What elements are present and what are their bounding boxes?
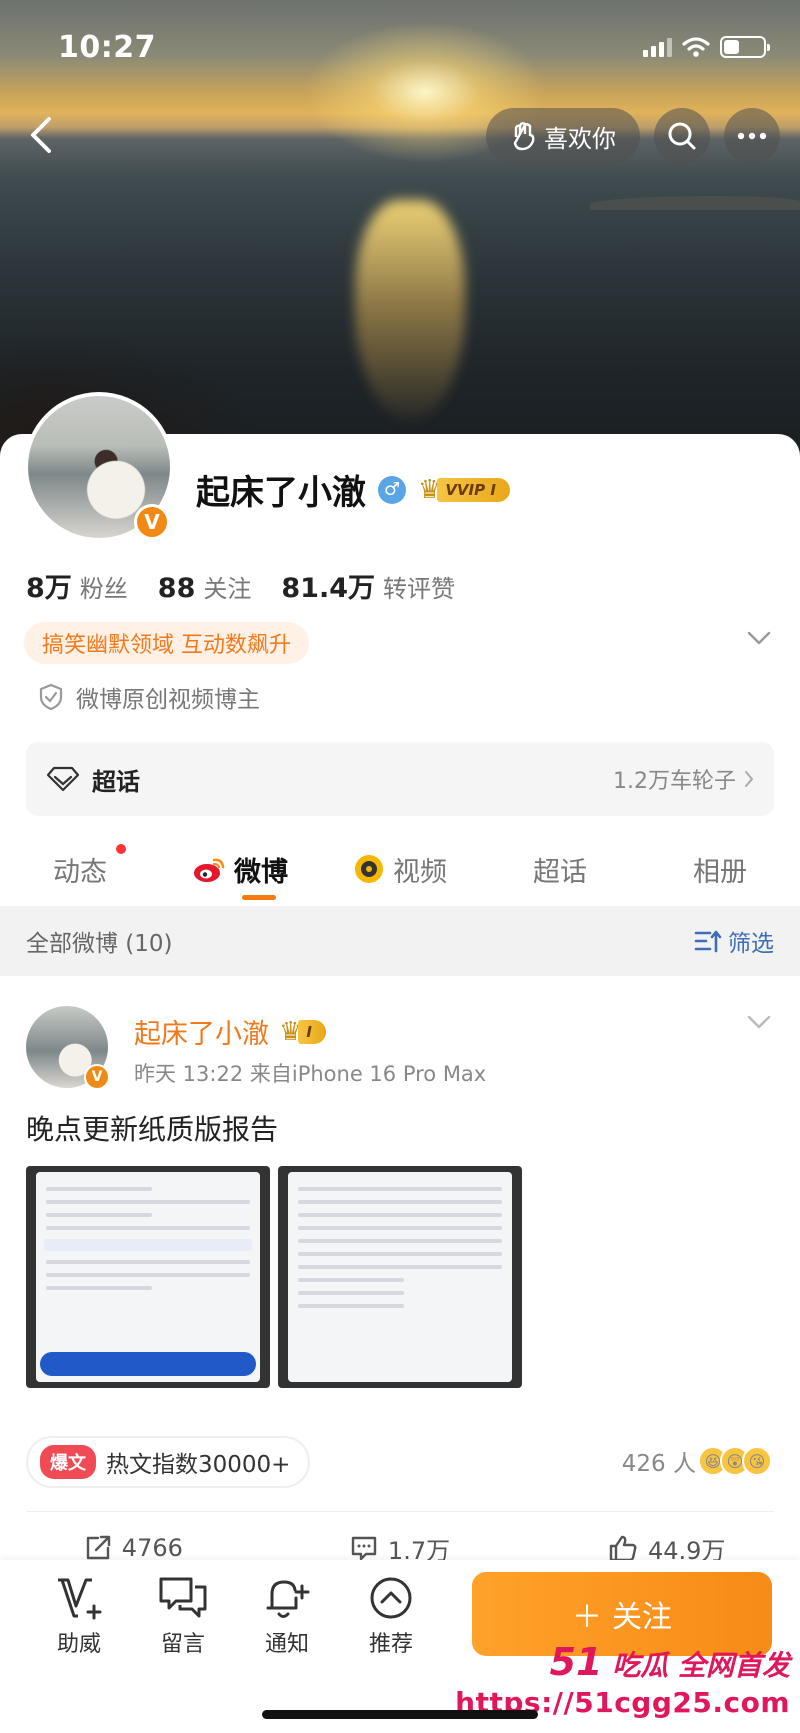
- post-filter-bar: 全部微博 (10) 筛选: [0, 906, 800, 976]
- super-topic-row[interactable]: 超话 1.2万车轮子: [26, 742, 774, 816]
- stat-interactions[interactable]: 81.4万 转评赞: [281, 566, 455, 605]
- profile-tabs: 动态 微博 视频 超话 相册: [0, 836, 800, 902]
- active-tab-indicator: [242, 895, 276, 900]
- profile-name: 起床了小澈: [196, 473, 366, 513]
- cellular-signal-icon: [643, 37, 672, 57]
- male-gender-icon: ♂: [378, 475, 406, 504]
- message-button[interactable]: 留言: [138, 1576, 228, 1658]
- super-topic-count: 1.2万车轮子: [613, 769, 736, 794]
- chevron-right-icon: [745, 771, 754, 787]
- search-button[interactable]: [654, 108, 710, 164]
- recommend-button[interactable]: 推荐: [346, 1576, 436, 1658]
- super-topic-title: 超话: [92, 767, 140, 796]
- creator-label-row: 微博原创视频博主: [38, 680, 260, 714]
- hand-heart-icon: [513, 122, 535, 151]
- filter-icon: [694, 930, 722, 953]
- filter-button[interactable]: 筛选: [694, 924, 774, 958]
- cheer-v-plus-icon: [58, 1578, 102, 1620]
- diamond-icon: [46, 766, 80, 792]
- watermark-number: 51: [549, 1640, 603, 1684]
- tab-video[interactable]: 视频: [320, 850, 480, 889]
- creator-label: 微博原创视频博主: [76, 687, 260, 713]
- wifi-icon: [682, 37, 710, 57]
- chevron-left-icon: [31, 117, 51, 153]
- post-image-report-1[interactable]: [26, 1166, 270, 1388]
- post-author-name[interactable]: 起床了小澈: [134, 1012, 269, 1051]
- hot-tag: 爆文: [40, 1445, 96, 1479]
- search-icon: [668, 122, 696, 150]
- home-indicator: [262, 1710, 538, 1719]
- chevron-down-icon: [747, 1015, 771, 1029]
- expand-profile-button[interactable]: [746, 630, 772, 650]
- hot-index: 热文指数30000+: [106, 1452, 291, 1478]
- status-bar: 10:27: [0, 0, 800, 96]
- video-icon: [355, 855, 383, 883]
- verified-badge-icon: V: [84, 1064, 110, 1090]
- tab-super-topic[interactable]: 超话: [480, 850, 640, 889]
- shield-icon: [39, 683, 63, 711]
- cheer-button[interactable]: 助威: [34, 1576, 124, 1658]
- more-dots-icon: [737, 132, 767, 140]
- battery-icon: [720, 36, 770, 58]
- verified-badge-icon: V: [134, 504, 170, 540]
- tab-weibo[interactable]: 微博: [160, 850, 320, 889]
- back-button[interactable]: [16, 110, 66, 160]
- like-you-button[interactable]: 喜欢你: [486, 108, 640, 164]
- post-meta: 昨天 13:22 来自iPhone 16 Pro Max: [134, 1062, 487, 1086]
- kiss-emoji-icon: 😘: [742, 1446, 772, 1476]
- chevron-down-icon: [747, 631, 771, 645]
- profile-stats: 8万 粉丝 88 关注 81.4万 转评赞: [26, 566, 455, 605]
- post-text: 晚点更新纸质版报告: [26, 1113, 279, 1146]
- domain-tag[interactable]: 搞笑幽默领域 互动数飙升: [24, 622, 309, 664]
- message-bubbles-icon: [159, 1577, 207, 1618]
- tab-feed[interactable]: 动态: [0, 843, 160, 889]
- status-time: 10:27: [58, 30, 156, 65]
- unread-dot: [116, 843, 126, 854]
- vip-badge: ♛ I: [279, 1017, 326, 1047]
- post-card: V 起床了小澈 ♛ I 昨天 13:22 来自iPhone 16 Pro Max…: [0, 976, 800, 1586]
- reaction-summary[interactable]: 426 人 😆 😲 😘: [622, 1444, 772, 1478]
- site-watermark: 51 吃瓜 全网首发 https://51cgg25.com: [455, 1640, 790, 1719]
- vip-level-label: I: [298, 1019, 326, 1044]
- watermark-line1: 吃瓜 全网首发: [612, 1649, 790, 1682]
- all-posts-count[interactable]: 全部微博 (10): [26, 924, 173, 958]
- more-button[interactable]: [724, 108, 780, 164]
- post-images: [26, 1166, 522, 1388]
- download-report-graphic: [40, 1352, 256, 1376]
- post-menu-button[interactable]: [746, 1014, 772, 1034]
- plus-icon: ＋: [572, 1600, 602, 1635]
- vvip-badge[interactable]: ♛ VVIP I: [418, 475, 510, 505]
- notify-button[interactable]: 通知: [242, 1576, 332, 1658]
- post-image-report-2[interactable]: [278, 1166, 522, 1388]
- stat-following[interactable]: 88 关注: [158, 569, 252, 604]
- hot-post-badge[interactable]: 爆文 热文指数30000+: [26, 1436, 311, 1488]
- vvip-label: VVIP I: [437, 477, 510, 502]
- chevron-up-circle-icon: [370, 1577, 412, 1619]
- stat-fans[interactable]: 8万 粉丝: [26, 566, 128, 605]
- tab-album[interactable]: 相册: [640, 850, 800, 889]
- comment-icon: [351, 1536, 377, 1561]
- bell-plus-icon: [266, 1580, 310, 1618]
- thumbs-up-icon: [609, 1535, 637, 1562]
- weibo-logo-icon: [194, 858, 225, 882]
- repost-icon: [86, 1535, 110, 1560]
- like-you-label: 喜欢你: [544, 124, 616, 153]
